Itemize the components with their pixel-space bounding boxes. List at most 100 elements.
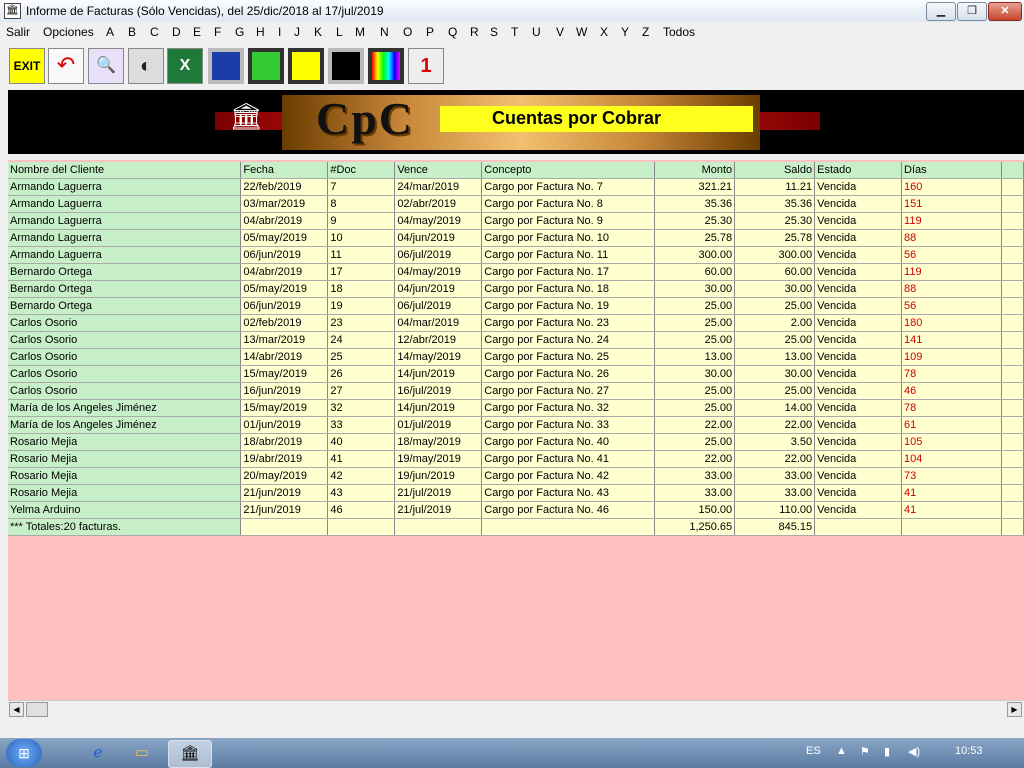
table-row[interactable]: Armando Laguerra 22/feb/2019 7 24/mar/2019 C… xyxy=(8,178,1024,196)
menu-n[interactable]: N xyxy=(380,25,389,39)
table-row[interactable]: Carlos Osorio 14/abr/2019 25 14/may/2019 Car… xyxy=(8,348,1024,366)
table-row[interactable]: Rosario Mejia 21/jun/2019 43 21/jul/2019 Car… xyxy=(8,484,1024,502)
menu-b[interactable]: B xyxy=(128,25,136,39)
close-button[interactable]: ✕ xyxy=(988,2,1022,21)
column-header[interactable]: Concepto xyxy=(481,162,656,179)
menu-i[interactable]: I xyxy=(278,25,281,39)
column-header[interactable]: Nombre del Cliente xyxy=(8,162,242,179)
table-row[interactable]: Bernardo Ortega 05/may/2019 18 04/jun/2019 C… xyxy=(8,280,1024,298)
table-cell: Cargo por Factura No. 26 xyxy=(481,365,656,383)
menu-x[interactable]: X xyxy=(600,25,608,39)
menu-c[interactable]: C xyxy=(150,25,159,39)
scroll-left-button[interactable]: ◀ xyxy=(9,702,24,717)
search-icon[interactable]: 🔍 xyxy=(88,48,124,84)
menu-s[interactable]: S xyxy=(490,25,498,39)
column-header[interactable]: Vence xyxy=(394,162,483,179)
table-row[interactable]: Bernardo Ortega 04/abr/2019 17 04/may/2019 C… xyxy=(8,263,1024,281)
table-cell: 02/feb/2019 xyxy=(240,314,329,332)
menu-u[interactable]: U xyxy=(532,25,541,39)
menu-p[interactable]: P xyxy=(426,25,434,39)
scroll-right-button[interactable]: ▶ xyxy=(1007,702,1022,717)
table-row[interactable]: Armando Laguerra 05/may/2019 10 04/jun/2019… xyxy=(8,229,1024,247)
table-row[interactable]: Carlos Osorio 16/jun/2019 27 16/jul/2019 Car… xyxy=(8,382,1024,400)
column-header[interactable]: Monto xyxy=(654,162,736,179)
table-row[interactable]: Rosario Mejia 19/abr/2019 41 19/may/2019 Car… xyxy=(8,450,1024,468)
table-cell: Cargo por Factura No. 25 xyxy=(481,348,656,366)
horizontal-scrollbar[interactable]: ◀ ▶ xyxy=(8,700,1024,718)
table-cell: 25.00 xyxy=(654,314,736,332)
undo-icon[interactable]: ↶ xyxy=(48,48,84,84)
table-row[interactable]: Carlos Osorio 02/feb/2019 23 04/mar/2019 Car… xyxy=(8,314,1024,332)
table-row[interactable]: Armando Laguerra 03/mar/2019 8 02/abr/2019 C… xyxy=(8,195,1024,213)
table-row[interactable]: Rosario Mejia 18/abr/2019 40 18/may/2019 Car… xyxy=(8,433,1024,451)
table-cell: Cargo por Factura No. 11 xyxy=(481,246,656,264)
menu-y[interactable]: Y xyxy=(621,25,629,39)
menu-opciones[interactable]: Opciones xyxy=(43,25,94,39)
keyboard-icon[interactable] xyxy=(248,48,284,84)
menu-todos[interactable]: Todos xyxy=(663,25,695,39)
table-row[interactable]: Carlos Osorio 15/may/2019 26 14/jun/2019 Car… xyxy=(8,365,1024,383)
table-row[interactable]: María de los Angeles Jiménez 15/may/2019 3… xyxy=(8,399,1024,417)
table-row[interactable]: Rosario Mejia 20/may/2019 42 19/jun/2019 Car… xyxy=(8,467,1024,485)
tray-arrow-icon[interactable]: ▲ xyxy=(836,745,847,757)
table-cell: 17 xyxy=(327,263,396,281)
menu-g[interactable]: G xyxy=(235,25,244,39)
start-button[interactable]: ⊞ xyxy=(6,739,42,767)
table-cell: 27 xyxy=(327,382,396,400)
column-header[interactable]: Saldo xyxy=(734,162,816,179)
volume-icon[interactable]: ◀) xyxy=(908,745,920,758)
minimize-button[interactable]: ▁ xyxy=(926,2,956,21)
table-row[interactable]: María de los Angeles Jiménez 01/jun/2019 3… xyxy=(8,416,1024,434)
monitor-icon[interactable] xyxy=(328,48,364,84)
column-header[interactable]: Días xyxy=(901,162,1002,179)
table-cell: Vencida xyxy=(814,246,903,264)
menu-h[interactable]: H xyxy=(256,25,265,39)
window-title: Informe de Facturas (Sólo Vencidas), del… xyxy=(26,4,384,18)
color-bars-icon[interactable] xyxy=(368,48,404,84)
column-header[interactable]: #Doc xyxy=(327,162,396,179)
network-icon[interactable]: ▮ xyxy=(884,745,890,758)
printer-icon[interactable]: 1 xyxy=(408,48,444,84)
table-row[interactable]: Armando Laguerra 06/jun/2019 11 06/jul/2019… xyxy=(8,246,1024,264)
menu-w[interactable]: W xyxy=(576,25,587,39)
menu-f[interactable]: F xyxy=(214,25,221,39)
menu-a[interactable]: A xyxy=(106,25,114,39)
clock[interactable]: 10:53 xyxy=(955,745,983,757)
menu-m[interactable]: M xyxy=(355,25,365,39)
menu-j[interactable]: J xyxy=(294,25,300,39)
menu-l[interactable]: L xyxy=(336,25,343,39)
table-cell: 300.00 xyxy=(654,246,736,264)
scroll-thumb[interactable] xyxy=(26,702,48,717)
menu-e[interactable]: E xyxy=(193,25,201,39)
table-row[interactable]: Bernardo Ortega 06/jun/2019 19 06/jul/2019 C… xyxy=(8,297,1024,315)
menu-t[interactable]: T xyxy=(511,25,518,39)
flag-icon[interactable]: ⚑ xyxy=(860,745,870,758)
menu-q[interactable]: Q xyxy=(448,25,457,39)
table-cell: 141 xyxy=(901,331,1002,349)
table-cell: 10 xyxy=(327,229,396,247)
column-header[interactable]: Estado xyxy=(814,162,903,179)
menu-salir[interactable]: Salir xyxy=(6,25,30,39)
zoom-icon[interactable]: ◐ xyxy=(128,48,164,84)
menu-v[interactable]: V xyxy=(556,25,564,39)
menu-z[interactable]: Z xyxy=(642,25,649,39)
menu-r[interactable]: R xyxy=(470,25,479,39)
table-row[interactable]: Yelma Arduino 21/jun/2019 46 21/jul/2019 Car… xyxy=(8,501,1024,519)
table-row[interactable]: Carlos Osorio 13/mar/2019 24 12/abr/2019 Car… xyxy=(8,331,1024,349)
ie-icon[interactable]: ℯ xyxy=(78,740,118,766)
table-cell: 18/abr/2019 xyxy=(240,433,329,451)
menu-k[interactable]: K xyxy=(314,25,322,39)
language-indicator[interactable]: ES xyxy=(806,745,821,757)
screen-blue-icon[interactable] xyxy=(208,48,244,84)
exit-icon[interactable]: EXIT xyxy=(9,48,45,84)
menu-o[interactable]: O xyxy=(403,25,412,39)
excel-icon[interactable]: X xyxy=(167,48,203,84)
column-header[interactable]: Fecha xyxy=(240,162,329,179)
folder-icon[interactable]: ▭ xyxy=(122,740,162,766)
maximize-button[interactable]: ❐ xyxy=(957,2,987,21)
table-row[interactable]: Armando Laguerra 04/abr/2019 9 04/may/2019 C… xyxy=(8,212,1024,230)
menu-d[interactable]: D xyxy=(172,25,181,39)
app-task-button[interactable]: 🏛 xyxy=(168,740,212,768)
table-cell: Yelma Arduino xyxy=(8,501,242,519)
display-yellow-icon[interactable] xyxy=(288,48,324,84)
